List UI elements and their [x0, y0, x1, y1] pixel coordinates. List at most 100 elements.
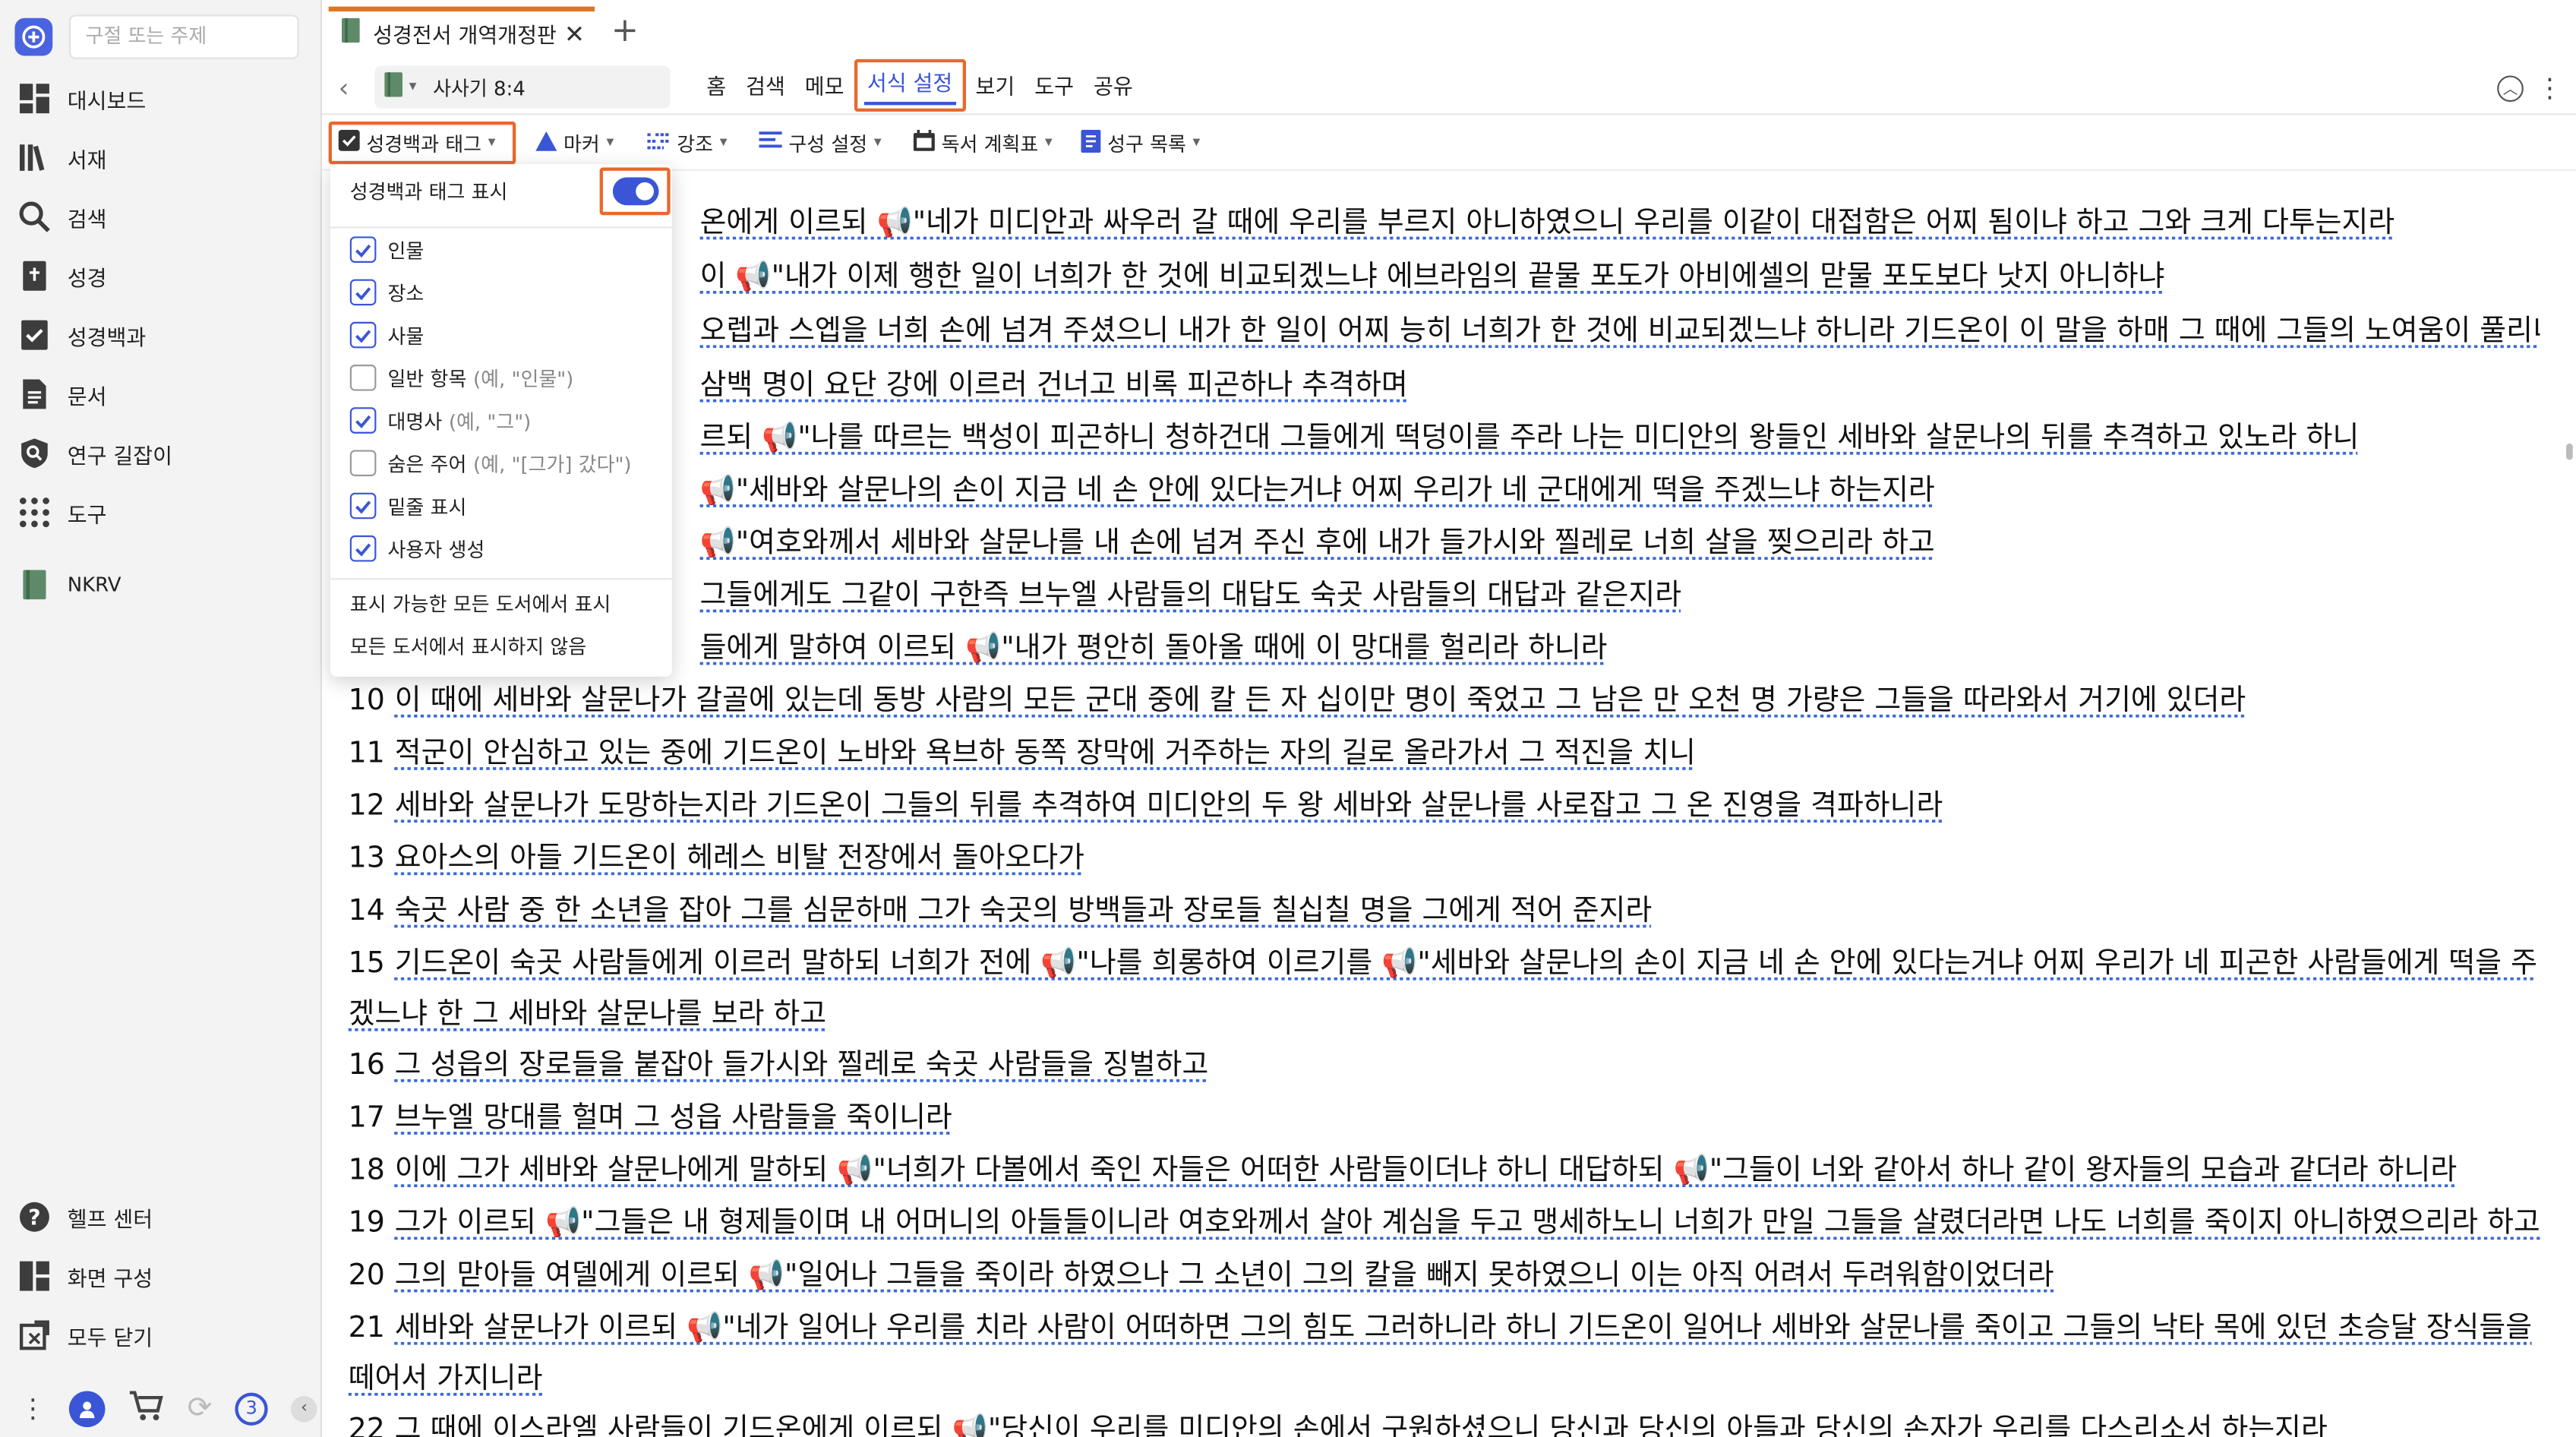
checkbox-checked-icon[interactable] [349, 321, 377, 349]
sidebar-item-study-guide[interactable]: 연구 길잡이 [0, 424, 322, 483]
more-vertical-icon[interactable]: ⋮ [20, 1393, 46, 1424]
option-person[interactable]: 인물 [349, 233, 425, 266]
emphasis-icon [647, 131, 671, 155]
reading-plan-button[interactable]: 독서 계획표 ▾ [907, 122, 1059, 164]
option-thing[interactable]: 사물 [349, 318, 424, 351]
emphasis-button[interactable]: 강조 ▾ [641, 122, 734, 164]
verse-line[interactable]: 13 요아스의 아들 기드온이 헤레스 비탈 전장에서 돌아오다가 [349, 834, 2540, 885]
verse-line[interactable]: 이 📢"내가 이제 행한 일이 너희가 한 것에 비교되겠느냐 에브라임의 끝물… [349, 253, 2540, 304]
verse-number: 17 [348, 1101, 385, 1135]
sidebar-item-layout[interactable]: 화면 구성 [0, 1246, 322, 1306]
collapse-sidebar-icon[interactable]: ‹ [291, 1394, 317, 1422]
verse-line[interactable]: 삼백 명이 요단 강에 이르러 건너고 비록 피곤하나 추격하며 [349, 362, 2540, 412]
verse-line[interactable]: 19 그가 이르되 📢"그들은 내 형제들이며 내 어머니의 아들들이니라 여호와… [349, 1199, 2540, 1249]
sidebar-item-label: 대시보드 [67, 89, 147, 115]
new-tab-button[interactable]: + [611, 13, 639, 46]
sidebar-item-tools[interactable]: 도구 [0, 483, 322, 542]
layout-settings-button[interactable]: 구성 설정 ▾ [753, 122, 889, 164]
menu-search[interactable]: 검색 [736, 65, 795, 112]
sidebar-item-documents[interactable]: 문서 [0, 365, 322, 424]
verse-line[interactable]: 온에게 이르되 📢"네가 미디안과 싸우러 갈 때에 우리를 부르지 아니하였으… [349, 199, 2540, 250]
verse-line[interactable]: 17 브누엘 망대를 헐며 그 성읍 사람들을 죽이니라 [349, 1094, 2540, 1145]
chevron-up-circle-icon[interactable]: ︿ [2497, 74, 2524, 101]
sidebar-item-label: 서재 [67, 148, 107, 174]
menu-format-settings[interactable]: 서식 설정 [854, 58, 966, 112]
checkbox-checked-icon[interactable] [349, 535, 377, 562]
tags-dropdown-button[interactable]: 성경백과 태그 ▾ [328, 122, 516, 165]
sidebar-item-help[interactable]: ? 헬프 센터 [0, 1187, 322, 1246]
marker-button[interactable]: 마커 ▾ [529, 122, 620, 164]
verse-line[interactable]: 14 숙곳 사람 중 한 소년을 잡아 그를 심문하매 그가 숙곳의 방백들과 장… [349, 887, 2540, 938]
menu-home[interactable]: 홈 [696, 65, 736, 112]
sync-badge[interactable]: 3 [235, 1391, 268, 1425]
hide-all-books-option[interactable]: 모든 도서에서 표시하지 않음 [350, 632, 586, 660]
back-arrow-icon[interactable]: ‹ [339, 72, 349, 103]
sidebar-item-encyclopedia[interactable]: 성경백과 [0, 305, 322, 365]
tags-label: 성경백과 태그 [366, 132, 481, 156]
option-general[interactable]: 일반 항목 (예, "인물") [349, 362, 573, 394]
verse-line[interactable]: 📢"여호와께서 세바와 살문나를 내 손에 넘겨 주신 후에 내가 들가시와 찔… [349, 519, 2540, 570]
app-logo-icon[interactable] [14, 17, 53, 56]
verse-line[interactable]: 16 그 성읍의 장로들을 붙잡아 들가시와 찔레로 숙곳 사람들을 징벌하고 [349, 1041, 2540, 1092]
tags-toggle-switch[interactable] [599, 167, 671, 216]
checkbox-checked-icon[interactable] [349, 236, 377, 263]
verse-text: 그 성읍의 장로들을 붙잡아 들가시와 찔레로 숙곳 사람들을 징벌하고 [394, 1049, 1209, 1082]
checkbox-checked-icon[interactable] [349, 279, 377, 306]
verse-text: 📢"여호와께서 세바와 살문나를 내 손에 넘겨 주신 후에 내가 들가시와 찔… [699, 527, 1935, 561]
option-place[interactable]: 장소 [349, 276, 424, 308]
chevron-down-icon[interactable]: ▾ [409, 79, 417, 96]
sidebar-item-library[interactable]: 서재 [0, 128, 322, 188]
cart-icon[interactable] [128, 1388, 165, 1428]
show-all-books-option[interactable]: 표시 가능한 모든 도서에서 표시 [350, 589, 611, 617]
help-icon: ? [17, 1199, 53, 1235]
more-vertical-icon[interactable]: ⋮ [2537, 72, 2563, 103]
option-pronoun[interactable]: 대명사 (예, "그") [349, 404, 531, 437]
account-icon[interactable] [68, 1390, 106, 1426]
checkbox-icon [338, 129, 360, 156]
sidebar-item-bible[interactable]: 성경 [0, 246, 322, 305]
bible-icon [17, 257, 53, 294]
verse-line[interactable]: 15 기드온이 숙곳 사람들에게 이르러 말하되 너희가 전에 📢"나를 희롱하여… [349, 940, 2540, 1041]
checkbox-unchecked-icon[interactable] [349, 450, 377, 477]
sidebar-search-input[interactable]: 구절 또는 주제 [68, 14, 299, 59]
tags-dropdown-menu: 성경백과 태그 표시 인물 장소 사물 일반 항목 (예, "인물") 대명사 … [330, 164, 672, 677]
option-label: 인물 [387, 238, 425, 262]
menu-tools[interactable]: 도구 [1024, 65, 1084, 112]
verse-line[interactable]: 르되 📢"나를 따르는 백성이 피곤하니 청하건대 그들에게 떡덩이를 주라 나… [349, 414, 2540, 465]
verse-list-button[interactable]: 성구 목록 ▾ [1075, 122, 1207, 164]
verse-line[interactable]: 12 세바와 살문나가 도망하는지라 기드온이 그들의 뒤를 추격하여 미디안의 … [349, 782, 2540, 832]
menu-share[interactable]: 공유 [1084, 65, 1143, 112]
chevron-down-icon: ▾ [719, 134, 728, 151]
option-implied-subject[interactable]: 숨은 주어 (예, "[그가] 갔다") [349, 447, 632, 479]
menu-notes[interactable]: 메모 [795, 65, 854, 112]
tab-document[interactable]: 성경전서 개역개정판 ✕ [328, 6, 595, 56]
verse-text: 삼백 명이 요단 강에 이르러 건너고 비록 피곤하나 추격하며 [699, 369, 1408, 403]
sidebar-item-search[interactable]: 검색 [0, 188, 322, 247]
verse-line[interactable]: 📢"세바와 살문나의 손이 지금 네 손 안에 있다는거냐 어찌 우리가 네 군… [349, 466, 2540, 517]
verse-line[interactable]: 들에게 말하여 이르되 📢"내가 평안히 돌아올 때에 이 망대를 헐리라 하니… [349, 624, 2540, 675]
verse-line[interactable]: 20 그의 맏아들 여델에게 이르되 📢"일어나 그들을 죽이라 하였으나 그 소… [349, 1252, 2540, 1303]
verse-text: 그의 맏아들 여델에게 이르되 📢"일어나 그들을 죽이라 하였으나 그 소년이… [394, 1259, 2054, 1293]
verse-line[interactable]: 11 적군이 안심하고 있는 중에 기드온이 노바와 욕브하 동쪽 장막에 거주하… [349, 729, 2540, 780]
verse-line[interactable]: 그들에게도 그같이 구한즉 브누엘 사람들의 대답도 숙곳 사람들의 대답과 같… [349, 571, 2540, 622]
vertical-scrollbar[interactable] [2563, 171, 2576, 1437]
verse-line[interactable]: 22 그 때에 이스라엘 사람들이 기드온에게 이르되 📢"당신이 우리를 미디안… [349, 1406, 2540, 1437]
verse-line[interactable]: 21 세바와 살문나가 이르되 📢"네가 일어나 우리를 치라 사람이 어떠하면 … [349, 1304, 2540, 1406]
checkbox-checked-icon[interactable] [349, 407, 377, 434]
verse-line[interactable]: 18 이에 그가 세바와 살문나에게 말하되 📢"너희가 다볼에서 죽인 자들은 … [349, 1146, 2540, 1197]
verse-line[interactable]: 오렙과 스엡을 너희 손에 넘겨 주셨으니 내가 한 일이 어찌 능히 너희가 … [349, 307, 2540, 358]
scrollbar-thumb[interactable] [2566, 443, 2573, 460]
menu-view[interactable]: 보기 [966, 65, 1025, 112]
reference-input[interactable]: ▾ 사사기 8:4 [374, 65, 671, 109]
option-underline[interactable]: 밑줄 표시 [349, 489, 466, 522]
sidebar-item-nkrv[interactable]: NKRV [0, 555, 322, 614]
verse-line[interactable]: 10 이 때에 세바와 살문나가 갈골에 있는데 동방 사람의 모든 군대 중에 … [349, 677, 2540, 728]
close-icon[interactable]: ✕ [564, 20, 585, 49]
sidebar-item-close-all[interactable]: 모두 닫기 [0, 1306, 322, 1365]
sync-icon[interactable]: ⟳ [188, 1391, 213, 1425]
sidebar-item-dashboard[interactable]: 대시보드 [0, 69, 322, 128]
verse-text: 온에게 이르되 📢"네가 미디안과 싸우러 갈 때에 우리를 부르지 아니하였으… [699, 207, 2395, 240]
option-user-created[interactable]: 사용자 생성 [349, 532, 485, 565]
checkbox-unchecked-icon[interactable] [349, 365, 377, 391]
checkbox-checked-icon[interactable] [349, 492, 377, 520]
